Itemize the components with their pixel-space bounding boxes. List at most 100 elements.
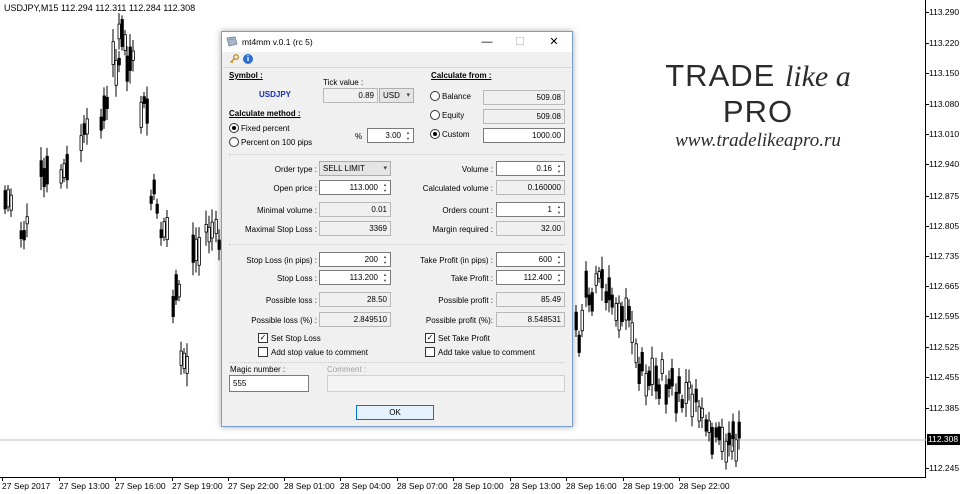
maximize-button[interactable]: ☐ — [505, 34, 535, 50]
close-button[interactable]: ✕ — [539, 34, 569, 50]
candle-body — [685, 383, 687, 404]
magic-label: Magic number : — [230, 365, 285, 374]
equity-radio[interactable] — [430, 110, 440, 120]
order-type-select[interactable]: SELL LIMIT▾ — [319, 161, 391, 176]
calc-volume-field: 0.160000 — [496, 180, 565, 195]
candle-body — [86, 119, 88, 134]
calculate-from-label: Calculate from : — [431, 71, 491, 80]
candle-body — [618, 303, 620, 330]
spinner-icon[interactable]: ▲▼ — [381, 272, 389, 283]
y-tick-label: 112.805 — [929, 221, 959, 231]
custom-amount-input[interactable]: 1000.00 — [483, 128, 565, 143]
orders-count-input[interactable]: 1▲▼ — [496, 202, 565, 217]
candle-body — [192, 235, 194, 262]
candle-body — [121, 19, 123, 46]
spinner-icon[interactable]: ▲▼ — [381, 182, 389, 193]
calc-method-label: Calculate method : — [229, 109, 301, 118]
set-tp-checkbox[interactable]: ✓ — [425, 333, 435, 343]
chart-title: USDJPY,M15 112.294 112.311 112.284 112.3… — [4, 3, 195, 13]
candle-body — [591, 293, 593, 312]
candle-body — [578, 335, 580, 352]
candle-body — [732, 422, 734, 439]
balance-radio[interactable] — [430, 91, 440, 101]
candle-body — [735, 440, 737, 461]
spinner-icon[interactable]: ▲▼ — [555, 254, 563, 265]
candle-body — [698, 407, 700, 421]
magic-number-input[interactable]: 555 — [229, 375, 309, 392]
open-price-value: 113.000 — [350, 183, 378, 192]
sl-input[interactable]: 113.200▲▼ — [319, 270, 391, 285]
dialog-titlebar[interactable]: mt4mm v.0.1 (rc 5) — ☐ ✕ — [222, 32, 572, 52]
candle-body — [10, 195, 12, 210]
y-tick-label: 113.080 — [929, 99, 959, 109]
candle-body — [671, 369, 673, 386]
possible-profit-pct-label: Possible profit (%): — [413, 316, 493, 325]
x-tick-label: 27 Sep 16:00 — [115, 481, 166, 491]
x-tick-label: 27 Sep 22:00 — [228, 481, 279, 491]
key-icon[interactable] — [229, 54, 239, 64]
x-tick-label: 28 Sep 01:00 — [284, 481, 335, 491]
tp-label: Take Profit : — [413, 274, 493, 283]
candle-body — [172, 296, 174, 316]
candle-body — [611, 295, 613, 307]
tp-pips-input[interactable]: 600▲▼ — [496, 252, 565, 267]
candle-body — [83, 124, 85, 135]
percent-sign-label: % — [355, 132, 362, 141]
candle-body — [186, 356, 188, 373]
percent-100-radio[interactable] — [229, 137, 239, 147]
y-tick-label: 113.290 — [929, 7, 959, 17]
candle-body — [126, 56, 128, 81]
tick-currency-select[interactable]: USD▾ — [379, 88, 414, 103]
candle-body — [605, 292, 607, 303]
set-sl-checkbox[interactable]: ✓ — [258, 333, 268, 343]
candle-body — [115, 60, 117, 85]
candle-body — [668, 379, 670, 388]
candle-body — [20, 231, 22, 239]
ok-button[interactable]: OK — [356, 405, 434, 420]
minimize-button[interactable]: — — [472, 34, 502, 50]
balance-field: 509.08 — [483, 90, 565, 105]
candle-body — [711, 427, 713, 454]
candle-body — [635, 344, 637, 363]
candle-body — [625, 298, 627, 320]
volume-input[interactable]: 0.16▲▼ — [496, 161, 565, 176]
y-tick-label: 113.150 — [929, 68, 959, 78]
candle-body — [725, 441, 727, 462]
spinner-icon[interactable]: ▲▼ — [555, 272, 563, 283]
divider — [229, 244, 565, 245]
x-tick-label: 28 Sep 10:00 — [453, 481, 504, 491]
y-tick-label: 112.385 — [929, 403, 959, 413]
spinner-icon[interactable]: ▲▼ — [555, 163, 563, 174]
spinner-icon[interactable]: ▲▼ — [404, 130, 412, 141]
info-icon[interactable]: i — [243, 54, 253, 64]
candle-body — [195, 239, 197, 260]
candle-body — [681, 399, 683, 407]
custom-radio[interactable] — [430, 129, 440, 139]
candle-body — [40, 161, 42, 177]
candle-body — [701, 408, 703, 417]
percent-input[interactable]: 3.00▲▼ — [367, 128, 414, 143]
candle-body — [628, 306, 630, 320]
brand-url: www.tradelikeapro.ru — [627, 130, 889, 152]
tp-input[interactable]: 112.400▲▼ — [496, 270, 565, 285]
spinner-icon[interactable]: ▲▼ — [381, 254, 389, 265]
candle-body — [160, 230, 162, 238]
add-stop-comment-checkbox[interactable] — [258, 347, 268, 357]
time-axis: 27 Sep 201727 Sep 13:0027 Sep 16:0027 Se… — [0, 478, 926, 494]
tick-value-label: Tick value : — [323, 78, 363, 87]
candle-body — [180, 351, 182, 365]
sl-pips-input[interactable]: 200▲▼ — [319, 252, 391, 267]
possible-profit-field: 85.49 — [496, 292, 565, 307]
candle-body — [208, 227, 210, 242]
candle-body — [631, 323, 633, 343]
comment-input[interactable] — [327, 375, 565, 392]
add-take-comment-checkbox[interactable] — [425, 347, 435, 357]
y-tick-label: 112.455 — [929, 372, 959, 382]
candle-body — [143, 97, 145, 104]
candle-body — [615, 304, 617, 321]
fixed-percent-radio[interactable] — [229, 123, 239, 133]
spinner-icon[interactable]: ▲▼ — [555, 204, 563, 215]
open-price-input[interactable]: 113.000▲▼ — [319, 180, 391, 195]
symbol-label: Symbol : — [229, 71, 263, 80]
x-tick-label: 28 Sep 19:00 — [623, 481, 674, 491]
